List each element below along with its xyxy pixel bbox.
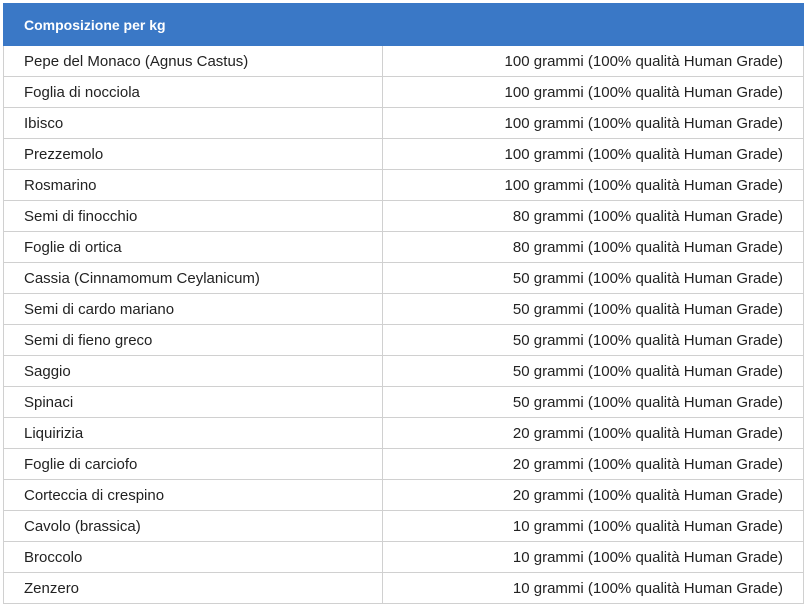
ingredient-name: Corteccia di crespino — [3, 479, 383, 511]
ingredient-amount: 100 grammi (100% qualità Human Grade) — [381, 107, 805, 139]
ingredient-amount: 20 grammi (100% qualità Human Grade) — [381, 479, 805, 511]
composition-table: Composizione per kg Pepe del Monaco (Agn… — [2, 3, 805, 604]
table-body: Pepe del Monaco (Agnus Castus) 100 grammi… — [3, 45, 805, 604]
ingredient-name: Cavolo (brassica) — [3, 510, 383, 542]
ingredient-name: Ibisco — [3, 107, 383, 139]
table-row: Cassia (Cinnamomum Ceylanicum) 50 grammi … — [3, 262, 805, 294]
ingredient-amount: 50 grammi (100% qualità Human Grade) — [381, 355, 805, 387]
table-row: Saggio 50 grammi (100% qualità Human Grad… — [3, 355, 805, 387]
ingredient-name: Spinaci — [3, 386, 383, 418]
table-row: Ibisco 100 grammi (100% qualità Human Gra… — [3, 107, 805, 139]
table-row: Cavolo (brassica) 10 grammi (100% qualità… — [3, 510, 805, 542]
table-row: Liquirizia 20 grammi (100% qualità Human … — [3, 417, 805, 449]
ingredient-name: Broccolo — [3, 541, 383, 573]
ingredient-name: Pepe del Monaco (Agnus Castus) — [3, 45, 383, 77]
ingredient-amount: 80 grammi (100% qualità Human Grade) — [381, 231, 805, 263]
ingredient-amount: 20 grammi (100% qualità Human Grade) — [381, 417, 805, 449]
ingredient-amount: 100 grammi (100% qualità Human Grade) — [381, 76, 805, 108]
ingredient-name: Cassia (Cinnamomum Ceylanicum) — [3, 262, 383, 294]
table-row: Semi di fieno greco 50 grammi (100% quali… — [3, 324, 805, 356]
ingredient-name: Saggio — [3, 355, 383, 387]
ingredient-amount: 80 grammi (100% qualità Human Grade) — [381, 200, 805, 232]
ingredient-amount: 10 grammi (100% qualità Human Grade) — [381, 572, 805, 604]
table-row: Foglia di nocciola 100 grammi (100% quali… — [3, 76, 805, 108]
table-row: Foglie di ortica 80 grammi (100% qualità … — [3, 231, 805, 263]
ingredient-amount: 50 grammi (100% qualità Human Grade) — [381, 293, 805, 325]
ingredient-amount: 100 grammi (100% qualità Human Grade) — [381, 138, 805, 170]
table-row: Broccolo 10 grammi (100% qualità Human Gr… — [3, 541, 805, 573]
table-header-row: Composizione per kg — [2, 3, 805, 46]
ingredient-amount: 100 grammi (100% qualità Human Grade) — [381, 169, 805, 201]
ingredient-name: Zenzero — [3, 572, 383, 604]
table-row: Corteccia di crespino 20 grammi (100% qua… — [3, 479, 805, 511]
table-header-title: Composizione per kg — [2, 3, 805, 46]
ingredient-amount: 50 grammi (100% qualità Human Grade) — [381, 386, 805, 418]
ingredient-name: Prezzemolo — [3, 138, 383, 170]
table-header: Composizione per kg — [2, 3, 805, 46]
ingredient-name: Semi di finocchio — [3, 200, 383, 232]
ingredient-name: Foglie di carciofo — [3, 448, 383, 480]
ingredient-amount: 50 grammi (100% qualità Human Grade) — [381, 324, 805, 356]
table-row: Zenzero 10 grammi (100% qualità Human Gra… — [3, 572, 805, 604]
table-row: Pepe del Monaco (Agnus Castus) 100 grammi… — [3, 45, 805, 77]
ingredient-amount: 20 grammi (100% qualità Human Grade) — [381, 448, 805, 480]
ingredient-amount: 50 grammi (100% qualità Human Grade) — [381, 262, 805, 294]
ingredient-amount: 100 grammi (100% qualità Human Grade) — [381, 45, 805, 77]
ingredient-name: Semi di fieno greco — [3, 324, 383, 356]
table-row: Spinaci 50 grammi (100% qualità Human Gra… — [3, 386, 805, 418]
ingredient-name: Foglia di nocciola — [3, 76, 383, 108]
table-row: Foglie di carciofo 20 grammi (100% qualit… — [3, 448, 805, 480]
table-row: Semi di cardo mariano 50 grammi (100% qua… — [3, 293, 805, 325]
table-row: Prezzemolo 100 grammi (100% qualità Human… — [3, 138, 805, 170]
ingredient-name: Liquirizia — [3, 417, 383, 449]
ingredient-name: Semi di cardo mariano — [3, 293, 383, 325]
ingredient-name: Rosmarino — [3, 169, 383, 201]
ingredient-name: Foglie di ortica — [3, 231, 383, 263]
ingredient-amount: 10 grammi (100% qualità Human Grade) — [381, 510, 805, 542]
table-row: Rosmarino 100 grammi (100% qualità Human … — [3, 169, 805, 201]
composition-table-container: Composizione per kg Pepe del Monaco (Agn… — [2, 3, 805, 604]
table-row: Semi di finocchio 80 grammi (100% qualità… — [3, 200, 805, 232]
ingredient-amount: 10 grammi (100% qualità Human Grade) — [381, 541, 805, 573]
